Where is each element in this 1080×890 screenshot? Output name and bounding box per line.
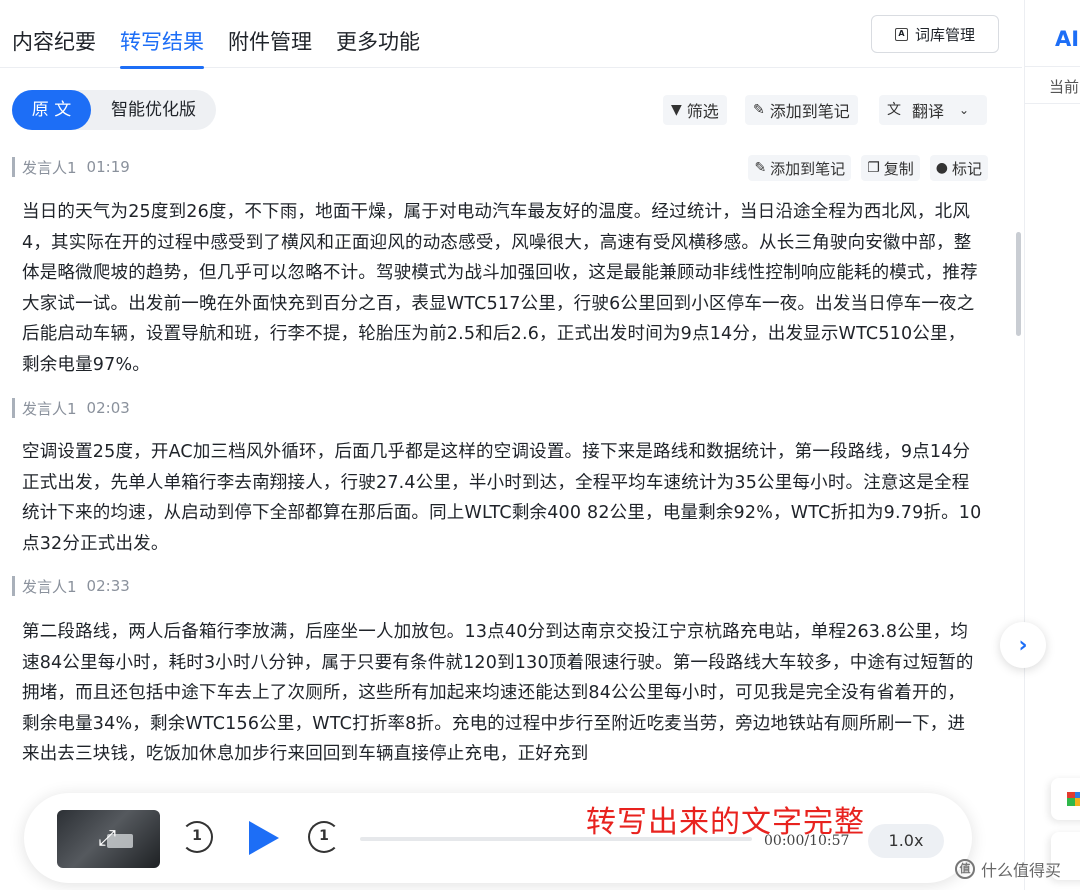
ai-side-panel: AI 当前 [1024,0,1080,890]
segment-mark-label: 标记 [951,159,982,178]
speaker-label: 发言人1 01:19 [12,157,130,177]
edit-note-icon: ✎ [753,102,765,118]
segment-add-note-button[interactable]: ✎ 添加到笔记 [748,155,852,181]
divider [1025,103,1080,104]
speaker-name: 发言人1 [22,158,77,177]
speaker-label: 发言人1 02:33 [12,576,130,596]
lexicon-button[interactable]: A 词库管理 [871,15,999,53]
time-display: 00:00/10:57 [764,833,850,849]
watermark-text: 什么值得买 [981,861,1062,880]
audio-player: ⤢ 1 1 转写出来的文字完整 00:00/10:57 1.0x [24,793,972,883]
add-to-notes-button[interactable]: ✎ 添加到笔记 [745,95,858,125]
tab-list: 内容纪要 转写结果 附件管理 更多功能 [12,26,420,69]
view-mode-toggle: 原 文 智能优化版 [12,90,216,130]
filter-button-label: 筛选 [686,102,719,121]
translate-dropdown[interactable]: 文 翻译 ⌄ [879,95,987,125]
segment-copy-button[interactable]: ❐ 复制 [861,155,920,181]
speaker-name: 发言人1 [22,577,77,596]
tab-summary[interactable]: 内容纪要 [12,26,96,68]
rewind-button[interactable]: 1 [181,821,213,853]
rewind-label: 1 [192,828,202,844]
expand-panel-button[interactable]: › [1000,622,1046,668]
segment-add-note-label: 添加到笔记 [770,159,846,178]
copy-icon: ❐ [867,160,880,176]
top-tab-bar: 内容纪要 转写结果 附件管理 更多功能 A 词库管理 [0,0,1022,69]
watermark: 值 什么值得买 [955,857,1061,881]
tab-more[interactable]: 更多功能 [336,26,420,68]
filter-button[interactable]: ▼ 筛选 [663,95,727,125]
edit-note-icon: ✎ [754,160,767,176]
segment-mark-button[interactable]: ● 标记 [929,155,988,181]
forward-label: 1 [319,828,329,844]
translate-label: 翻译 [912,102,945,121]
transcript-paragraph: 当日的天气为25度到26度，不下雨，地面干燥，属于对电动汽车最友好的温度。经过统… [22,202,978,375]
video-thumbnail[interactable]: ⤢ [57,810,160,868]
speaker-label: 发言人1 02:03 [12,398,130,418]
original-text-option[interactable]: 原 文 [12,90,91,130]
speaker-name: 发言人1 [22,399,77,418]
ai-panel-title[interactable]: AI [1055,27,1079,51]
transcript-paragraph: 空调设置25度，开AC加三档风外循环，后面几乎都是这样的空调设置。接下来是路线和… [22,442,982,554]
add-to-notes-label: 添加到笔记 [769,102,850,121]
scrollbar-thumb[interactable] [1016,232,1021,336]
watermark-logo-icon: 值 [955,859,975,879]
tab-transcript[interactable]: 转写结果 [120,26,204,69]
translate-icon: 文 [887,102,901,118]
mark-icon: ● [935,160,948,176]
dictionary-icon: A [894,27,908,41]
lexicon-button-label: 词库管理 [914,25,975,44]
funnel-icon: ▼ [671,102,682,118]
optimized-version-option[interactable]: 智能优化版 [91,90,216,130]
chevron-right-icon: › [1018,632,1028,658]
app-logo-icon [1067,792,1080,806]
floating-app-button[interactable] [1051,778,1080,820]
segment-actions: ✎ 添加到笔记 ❐ 复制 ● 标记 [748,155,988,181]
forward-button[interactable]: 1 [308,821,340,853]
segment-timestamp[interactable]: 02:33 [87,577,130,595]
segment-timestamp[interactable]: 01:19 [87,158,130,176]
divider [1025,66,1080,67]
play-button[interactable] [249,821,279,855]
chevron-down-icon: ⌄ [959,103,970,117]
segment-copy-label: 复制 [883,159,914,178]
tab-attachments[interactable]: 附件管理 [228,26,312,68]
expand-icon[interactable]: ⤢ [93,825,121,853]
transcript-paragraph: 第二段路线，两人后备箱行李放满，后座坐一人加放包。13点40分到达南京交投江宁京… [22,622,974,764]
playback-speed-button[interactable]: 1.0x [868,824,944,858]
segment-timestamp[interactable]: 02:03 [87,399,130,417]
ai-panel-subtitle: 当前 [1049,78,1080,96]
